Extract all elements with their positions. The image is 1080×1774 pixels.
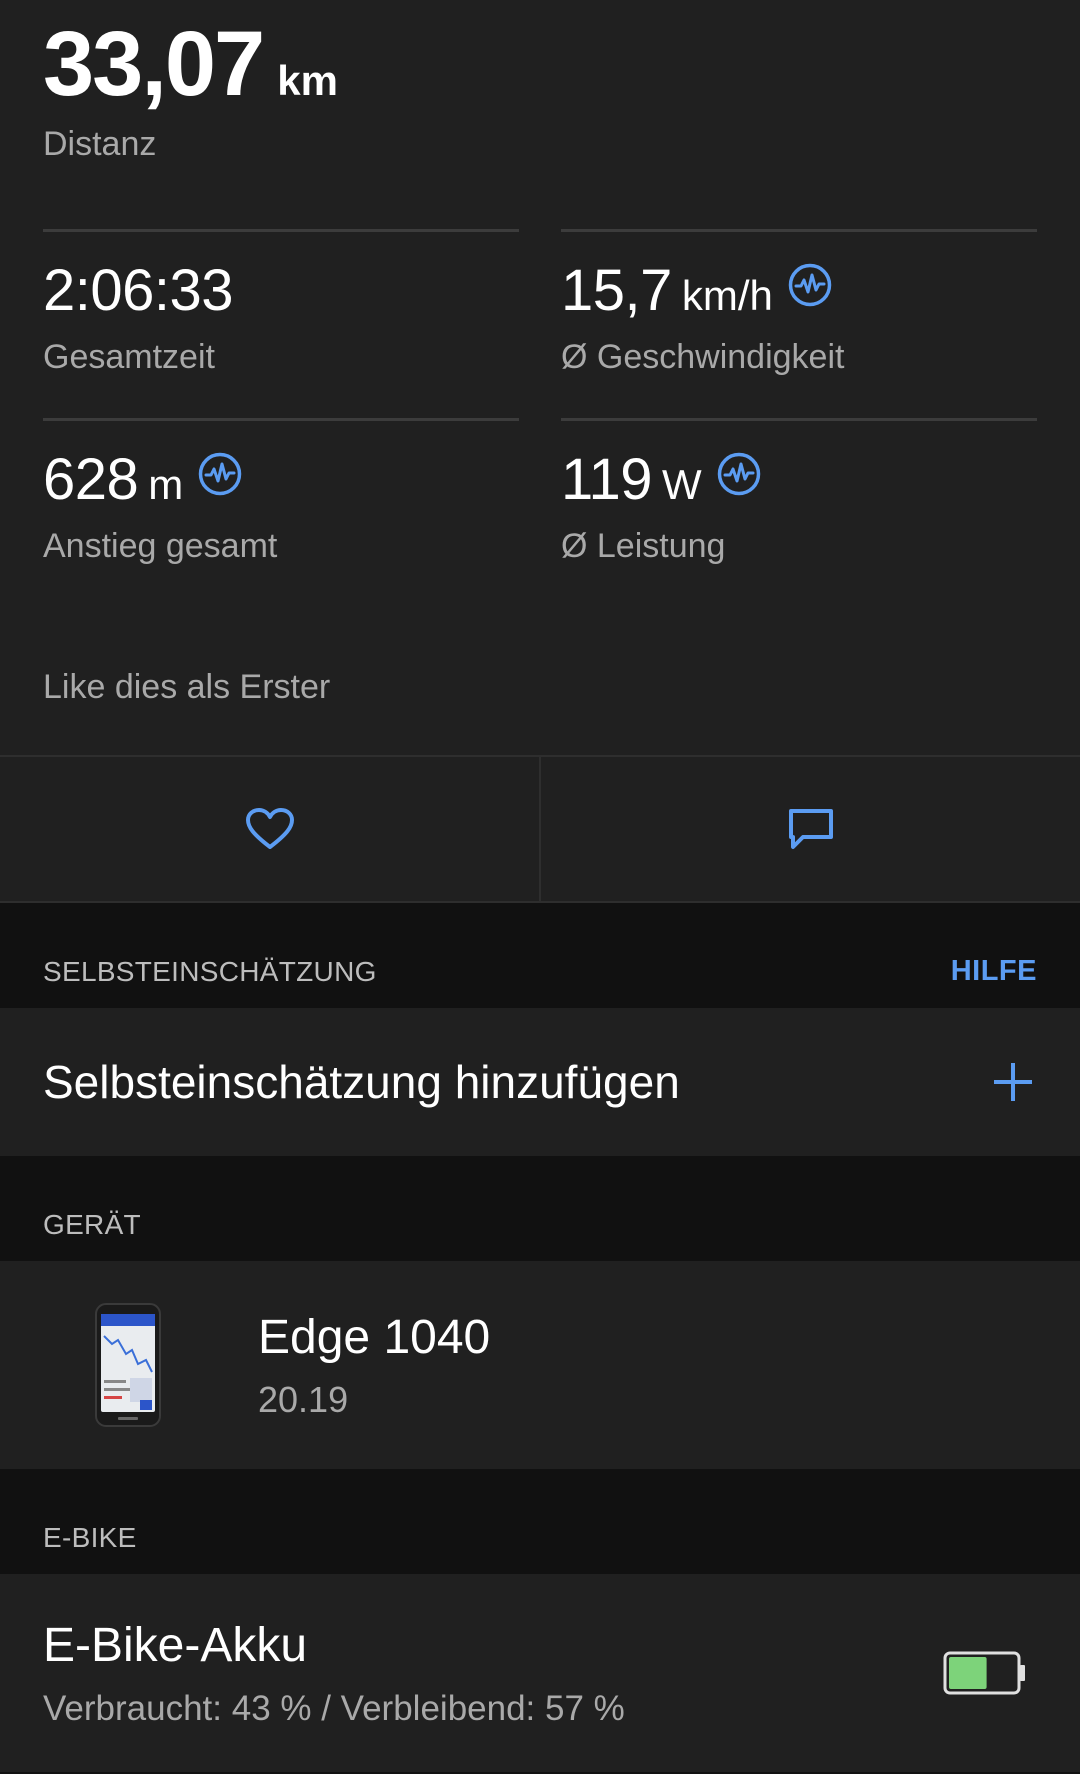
total-time-value: 2:06:33 bbox=[43, 258, 234, 323]
device-version: 20.19 bbox=[258, 1378, 349, 1420]
avg-speed-value: 15,7 bbox=[561, 258, 672, 323]
distance-label: Distanz bbox=[43, 125, 157, 163]
distance-value-row: 33,07 km bbox=[43, 18, 338, 110]
ebike-battery-title: E-Bike-Akku bbox=[43, 1618, 308, 1672]
stat-total-time: 2:06:33 Gesamtzeit bbox=[43, 229, 519, 377]
ascent-value: 628 bbox=[43, 447, 139, 512]
social-action-bar bbox=[0, 755, 1080, 903]
ascent-unit: m bbox=[148, 461, 184, 508]
ebike-battery-row[interactable]: E-Bike-Akku Verbraucht: 43 % / Verbleibe… bbox=[0, 1574, 1080, 1772]
stat-avg-power: 119 W Ø Leistung bbox=[561, 418, 1037, 566]
avg-speed-label: Ø Geschwindigkeit bbox=[561, 338, 845, 376]
performance-wave-icon[interactable] bbox=[716, 451, 762, 497]
add-self-assessment-row[interactable]: Selbsteinschätzung hinzufügen bbox=[0, 1008, 1080, 1156]
total-time-label: Gesamtzeit bbox=[43, 338, 215, 376]
device-section-title: GERÄT bbox=[43, 1209, 141, 1240]
like-prompt: Like dies als Erster bbox=[43, 668, 331, 706]
like-button[interactable] bbox=[0, 757, 539, 901]
stat-avg-speed: 15,7 km/h Ø Geschwindigkeit bbox=[561, 229, 1037, 377]
activity-details-page: 33,07 km Distanz 2:06:33 Gesamtzeit 15,7… bbox=[0, 0, 1080, 1774]
self-assessment-header: SELBSTEINSCHÄTZUNG HILFE bbox=[0, 903, 1080, 1008]
distance-unit: km bbox=[277, 57, 338, 104]
battery-icon bbox=[943, 1651, 1025, 1695]
self-assessment-title: SELBSTEINSCHÄTZUNG bbox=[43, 956, 377, 987]
stats-card: 33,07 km Distanz 2:06:33 Gesamtzeit 15,7… bbox=[0, 0, 1080, 755]
heart-icon bbox=[245, 808, 294, 849]
plus-icon[interactable] bbox=[991, 1060, 1035, 1104]
comment-icon bbox=[788, 809, 833, 849]
battery-fill-level bbox=[949, 1657, 987, 1689]
device-info: Edge 1040 20.19 bbox=[258, 1310, 490, 1421]
edge-device-icon bbox=[95, 1303, 161, 1427]
distance-value: 33,07 bbox=[43, 13, 265, 115]
ebike-info: E-Bike-Akku Verbraucht: 43 % / Verbleibe… bbox=[43, 1618, 625, 1729]
add-self-assessment-label: Selbsteinschätzung hinzufügen bbox=[43, 1056, 680, 1108]
help-link[interactable]: HILFE bbox=[951, 955, 1037, 988]
performance-wave-icon[interactable] bbox=[787, 262, 833, 308]
ascent-label: Anstieg gesamt bbox=[43, 527, 278, 565]
avg-power-unit: W bbox=[661, 461, 702, 508]
device-name: Edge 1040 bbox=[258, 1310, 491, 1364]
comment-button[interactable] bbox=[539, 757, 1080, 901]
avg-power-label: Ø Leistung bbox=[561, 527, 726, 565]
ebike-battery-status: Verbraucht: 43 % / Verbleibend: 57 % bbox=[43, 1688, 625, 1728]
device-row[interactable]: Edge 1040 20.19 bbox=[0, 1261, 1080, 1469]
device-header: GERÄT bbox=[0, 1156, 1080, 1261]
ebike-header: E-BIKE bbox=[0, 1469, 1080, 1574]
avg-speed-unit: km/h bbox=[681, 272, 773, 319]
performance-wave-icon[interactable] bbox=[197, 451, 243, 497]
avg-power-value: 119 bbox=[561, 447, 652, 512]
ebike-section-title: E-BIKE bbox=[43, 1522, 137, 1553]
stat-total-ascent: 628 m Anstieg gesamt bbox=[43, 418, 519, 566]
